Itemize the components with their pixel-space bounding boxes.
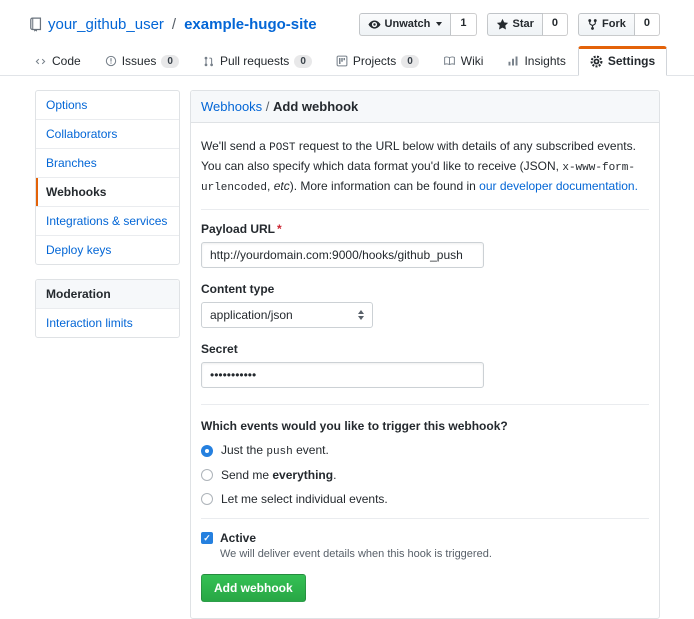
tab-label: Code [52, 54, 81, 68]
tab-projects[interactable]: Projects 0 [324, 45, 431, 76]
tab-label: Wiki [461, 54, 484, 68]
gear-icon [590, 55, 603, 68]
add-webhook-button[interactable]: Add webhook [201, 574, 306, 602]
active-help-text: We will deliver event details when this … [220, 548, 649, 560]
issues-count-badge: 0 [161, 55, 179, 68]
star-label: Star [513, 19, 534, 30]
radio-selected-icon [201, 445, 213, 457]
tab-issues[interactable]: Issues 0 [93, 45, 191, 76]
tab-label: Insights [524, 54, 565, 68]
tab-code[interactable]: Code [22, 45, 93, 76]
watch-button-group: Unwatch 1 [359, 13, 477, 36]
content-type-select[interactable]: application/json [201, 302, 373, 328]
radio-unselected-icon [201, 493, 213, 505]
sidebar-item-options[interactable]: Options [36, 91, 179, 120]
repo-separator: / [170, 16, 178, 33]
radio-send-everything[interactable]: Send me everything. [201, 468, 649, 482]
developer-docs-link[interactable]: our developer documentation. [479, 179, 638, 193]
webhook-panel: Webhooks / Add webhook We'll send a POST… [190, 90, 660, 619]
repo-owner-link[interactable]: your_github_user [48, 16, 164, 33]
unwatch-label: Unwatch [385, 19, 431, 30]
graph-icon [507, 55, 519, 67]
repo-title: your_github_user / example-hugo-site [28, 16, 317, 33]
divider [201, 404, 649, 405]
sidebar-item-branches[interactable]: Branches [36, 149, 179, 178]
sidebar-item-interaction-limits[interactable]: Interaction limits [36, 309, 179, 337]
radio-unselected-icon [201, 469, 213, 481]
star-button[interactable]: Star [487, 13, 543, 36]
settings-sidebar: Options Collaborators Branches Webhooks … [35, 90, 180, 338]
divider [201, 209, 649, 210]
sidebar-item-collaborators[interactable]: Collaborators [36, 120, 179, 149]
secret-label: Secret [201, 342, 649, 356]
projects-count-badge: 0 [401, 55, 419, 68]
repo-name-link[interactable]: example-hugo-site [184, 16, 317, 33]
tab-label: Pull requests [220, 54, 289, 68]
tab-label: Settings [608, 54, 655, 68]
fork-button-group: Fork 0 [578, 13, 660, 36]
radio-individual-events[interactable]: Let me select individual events. [201, 492, 649, 506]
secret-input[interactable] [201, 362, 484, 388]
code-icon [34, 56, 47, 67]
select-arrows-icon [358, 310, 364, 320]
radio-label: Send me everything. [221, 468, 336, 482]
project-icon [336, 55, 348, 67]
fork-count[interactable]: 0 [635, 13, 660, 36]
repo-tabs: Code Issues 0 Pull requests 0 Projects 0… [0, 45, 694, 75]
caret-down-icon [436, 22, 442, 26]
unwatch-button[interactable]: Unwatch [359, 13, 452, 36]
checkbox-checked-icon: ✓ [201, 532, 213, 544]
pull-request-icon [203, 55, 215, 68]
star-button-group: Star 0 [487, 13, 569, 36]
wiki-book-icon [443, 55, 456, 67]
sidebar-item-integrations[interactable]: Integrations & services [36, 207, 179, 236]
tab-label: Issues [122, 54, 157, 68]
fork-label: Fork [602, 19, 626, 30]
payload-url-input[interactable] [201, 242, 484, 268]
issue-icon [105, 55, 117, 67]
content-type-label: Content type [201, 282, 649, 296]
eye-icon [368, 18, 381, 31]
breadcrumb-webhooks-link[interactable]: Webhooks [201, 99, 262, 114]
required-asterisk: * [277, 222, 282, 236]
webhook-form: We'll send a POST request to the URL bel… [191, 123, 659, 618]
settings-content: Options Collaborators Branches Webhooks … [35, 90, 660, 619]
page-title: Add webhook [273, 99, 358, 114]
tab-label: Projects [353, 54, 396, 68]
repo-icon [28, 17, 42, 32]
tab-pull-requests[interactable]: Pull requests 0 [191, 45, 324, 76]
sidebar-item-deploy-keys[interactable]: Deploy keys [36, 236, 179, 264]
page-header: your_github_user / example-hugo-site Unw… [0, 0, 694, 76]
radio-label: Let me select individual events. [221, 492, 388, 506]
radio-just-push[interactable]: Just the push event. [201, 443, 649, 458]
post-code: POST [269, 142, 295, 154]
repo-actions: Unwatch 1 Star 0 Fork 0 [359, 13, 660, 36]
moderation-header: Moderation [36, 280, 179, 309]
tab-settings[interactable]: Settings [578, 46, 667, 76]
divider [201, 518, 649, 519]
radio-label: Just the push event. [221, 443, 329, 458]
events-question: Which events would you like to trigger t… [201, 419, 649, 433]
sidebar-item-webhooks[interactable]: Webhooks [36, 178, 179, 207]
star-icon [496, 18, 509, 31]
breadcrumb: Webhooks / Add webhook [191, 91, 659, 123]
payload-url-label: Payload URL* [201, 222, 649, 236]
active-label: Active [220, 531, 256, 545]
content-type-value: application/json [210, 308, 293, 322]
moderation-menu: Moderation Interaction limits [35, 279, 180, 338]
fork-icon [587, 18, 598, 31]
settings-menu: Options Collaborators Branches Webhooks … [35, 90, 180, 265]
fork-button[interactable]: Fork [578, 13, 635, 36]
active-checkbox-row[interactable]: ✓ Active [201, 531, 649, 545]
watch-count[interactable]: 1 [451, 13, 476, 36]
repo-title-row: your_github_user / example-hugo-site Unw… [0, 12, 694, 36]
star-count[interactable]: 0 [543, 13, 568, 36]
tab-wiki[interactable]: Wiki [431, 45, 496, 76]
pull-requests-count-badge: 0 [294, 55, 312, 68]
breadcrumb-separator: / [262, 99, 273, 114]
webhook-description: We'll send a POST request to the URL bel… [201, 137, 649, 197]
tab-insights[interactable]: Insights [495, 45, 577, 76]
